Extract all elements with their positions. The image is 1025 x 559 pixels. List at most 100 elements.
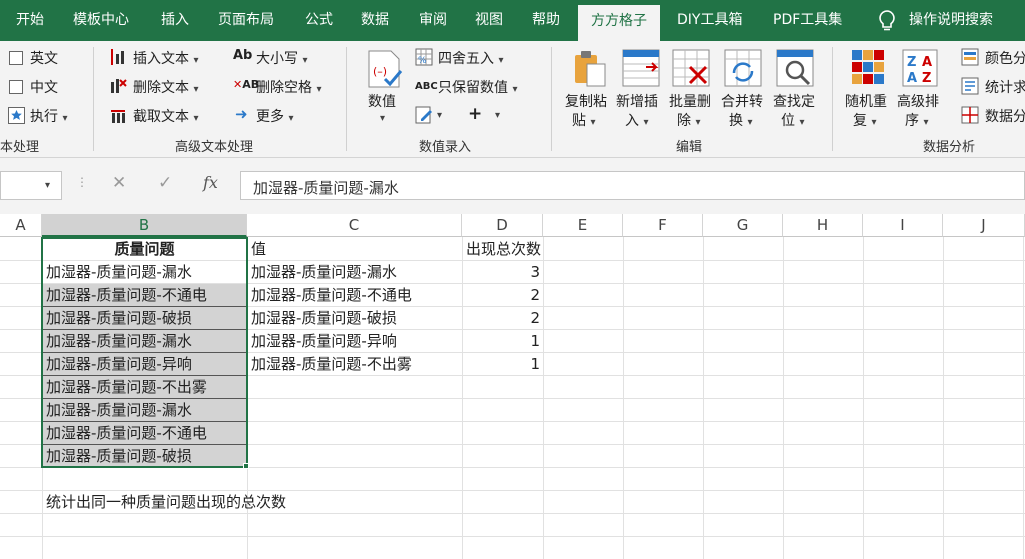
cell-b4[interactable]: 加湿器-质量问题-破损 <box>46 307 192 329</box>
cell-d6[interactable]: 1 <box>462 353 540 375</box>
cell-d4[interactable]: 2 <box>462 307 540 329</box>
column-header-c[interactable]: C <box>247 214 462 237</box>
advanced-text-group-label: 高级文本处理 <box>175 140 254 155</box>
column-header-g[interactable]: G <box>703 214 783 237</box>
ribbon-tab-bar: 开始 模板中心 插入 页面布局 公式 数据 审阅 视图 帮助 方方格子 DIY工… <box>0 0 1025 41</box>
advanced-sort-button[interactable]: 高级排 <box>897 91 939 111</box>
cell-c1-header[interactable]: 值 <box>251 238 266 260</box>
formula-input[interactable]: 加湿器-质量问题-漏水 <box>240 171 1025 200</box>
column-header-e[interactable]: E <box>543 214 623 237</box>
tab-template-center[interactable]: 模板中心 <box>73 0 129 41</box>
column-header-d[interactable]: D <box>462 214 543 237</box>
chinese-checkbox[interactable] <box>9 80 23 94</box>
cell-c3[interactable]: 加湿器-质量问题-不通电 <box>251 284 412 306</box>
cell-c4[interactable]: 加湿器-质量问题-破损 <box>251 307 397 329</box>
numeric-dropdown-icon[interactable]: ▾ <box>380 113 385 124</box>
tab-fangfang-gezi[interactable]: 方方格子 <box>578 5 660 41</box>
merge-convert-button[interactable]: 合并转 <box>721 91 763 111</box>
cell-c2[interactable]: 加湿器-质量问题-漏水 <box>251 261 397 283</box>
column-header-i[interactable]: I <box>863 214 943 237</box>
case-button[interactable]: 大小写 ▾ <box>256 48 307 68</box>
tab-view[interactable]: 视图 <box>475 0 503 41</box>
lightbulb-icon <box>879 10 895 31</box>
batch-delete-button[interactable]: 批量删 <box>669 91 711 111</box>
tab-page-layout[interactable]: 页面布局 <box>218 0 274 41</box>
cell-c6[interactable]: 加湿器-质量问题-不出雾 <box>251 353 412 375</box>
cell-d5[interactable]: 1 <box>462 330 540 352</box>
column-header-a[interactable]: A <box>0 214 42 237</box>
cell-b6[interactable]: 加湿器-质量问题-异响 <box>46 353 192 375</box>
ribbon: 英文 中文 执行 ▾ 本处理 插入文本 ▾ 删除文本 ▾ 截取文本 ▾ Ab 大… <box>0 41 1025 158</box>
column-header-j[interactable]: J <box>943 214 1025 237</box>
confirm-icon[interactable]: ✓ <box>158 173 172 193</box>
cell-b1-header[interactable]: 质量问题 <box>42 238 247 260</box>
tab-diy-toolbox[interactable]: DIY工具箱 <box>677 0 742 41</box>
cell-d2[interactable]: 3 <box>462 261 540 283</box>
stat-find-icon <box>961 77 979 95</box>
column-header-h[interactable]: H <box>783 214 863 237</box>
cell-d3[interactable]: 2 <box>462 284 540 306</box>
tab-pdf-tools[interactable]: PDF工具集 <box>773 0 842 41</box>
cell-c5[interactable]: 加湿器-质量问题-异响 <box>251 330 397 352</box>
cancel-icon[interactable]: ✕ <box>112 173 126 193</box>
plus-dropdown-icon[interactable]: ▾ <box>495 110 500 121</box>
more-button[interactable]: 更多 ▾ <box>256 106 293 126</box>
tab-insert[interactable]: 插入 <box>161 0 189 41</box>
formula-bar-grip-icon: ⋮ <box>76 175 88 189</box>
column-header-f[interactable]: F <box>623 214 703 237</box>
cell-b9[interactable]: 加湿器-质量问题-不通电 <box>46 422 207 444</box>
name-box-dropdown-icon[interactable]: ▾ <box>45 180 50 191</box>
numeric-button[interactable]: 数值 <box>368 91 396 111</box>
cut-text-button[interactable]: 截取文本 ▾ <box>133 106 198 126</box>
execute-button[interactable]: 执行 ▾ <box>30 106 67 126</box>
find-locate-button-line2[interactable]: 位 ▾ <box>781 110 804 130</box>
cell-b8[interactable]: 加湿器-质量问题-漏水 <box>46 399 192 421</box>
tab-data[interactable]: 数据 <box>361 0 389 41</box>
tab-home[interactable]: 开始 <box>16 0 44 41</box>
random-duplicate-button[interactable]: 随机重 <box>845 91 887 111</box>
cell-b10[interactable]: 加湿器-质量问题-破损 <box>46 445 192 467</box>
fill-handle[interactable] <box>243 463 249 469</box>
name-box[interactable]: ▾ <box>0 171 62 200</box>
keep-value-button[interactable]: 只保留数值 ▾ <box>438 77 517 97</box>
cell-b3[interactable]: 加湿器-质量问题-不通电 <box>46 284 207 306</box>
stat-find-button[interactable]: 统计求 <box>985 77 1025 97</box>
new-insert-button[interactable]: 新增插 <box>616 91 658 111</box>
cell-d1-header[interactable]: 出现总次数 <box>466 238 541 260</box>
merge-convert-button-line2[interactable]: 换 ▾ <box>729 110 752 130</box>
cell-b2[interactable]: 加湿器-质量问题-漏水 <box>46 261 192 283</box>
random-duplicate-icon <box>852 50 884 84</box>
delete-text-button[interactable]: 删除文本 ▾ <box>133 77 198 97</box>
batch-delete-button-line2[interactable]: 除 ▾ <box>677 110 700 130</box>
plus-button[interactable]: + <box>468 104 482 124</box>
tab-review[interactable]: 审阅 <box>419 0 447 41</box>
tell-me-search[interactable]: 操作说明搜索 <box>909 0 993 41</box>
find-locate-button[interactable]: 查找定 <box>773 91 815 111</box>
delete-space-button[interactable]: 删除空格 ▾ <box>256 77 321 97</box>
tab-formulas[interactable]: 公式 <box>305 0 333 41</box>
copy-paste-button[interactable]: 复制粘 <box>565 91 607 111</box>
cell-b13-note[interactable]: 统计出同一种质量问题出现的总次数 <box>46 491 286 513</box>
random-duplicate-button-line2[interactable]: 复 ▾ <box>853 110 876 130</box>
merge-convert-icon <box>724 49 762 87</box>
data-analysis-group-label: 数据分析 <box>923 140 976 155</box>
delete-text-icon <box>111 79 127 93</box>
edit-dropdown-icon[interactable]: ▾ <box>437 110 442 121</box>
data-split-button[interactable]: 数据分 <box>985 106 1025 126</box>
column-header-b[interactable]: B <box>42 214 247 237</box>
edit-group-label: 编辑 <box>676 140 703 155</box>
insert-function-icon[interactable]: fx <box>203 173 218 192</box>
cell-b5[interactable]: 加湿器-质量问题-漏水 <box>46 330 192 352</box>
cell-b7[interactable]: 加湿器-质量问题-不出雾 <box>46 376 207 398</box>
numeric-icon: (–) <box>368 50 403 88</box>
copy-paste-button-line2[interactable]: 贴 ▾ <box>572 110 595 130</box>
round-button[interactable]: 四舍五入 ▾ <box>438 48 503 68</box>
tab-help[interactable]: 帮助 <box>532 0 560 41</box>
new-insert-button-line2[interactable]: 入 ▾ <box>625 110 648 130</box>
color-split-button[interactable]: 颜色分 <box>985 48 1025 68</box>
keep-value-icon: ABC <box>415 81 438 92</box>
english-checkbox[interactable] <box>9 51 23 65</box>
insert-text-button[interactable]: 插入文本 ▾ <box>133 48 198 68</box>
edit-pencil-icon[interactable] <box>415 106 433 124</box>
advanced-sort-button-line2[interactable]: 序 ▾ <box>905 110 928 130</box>
